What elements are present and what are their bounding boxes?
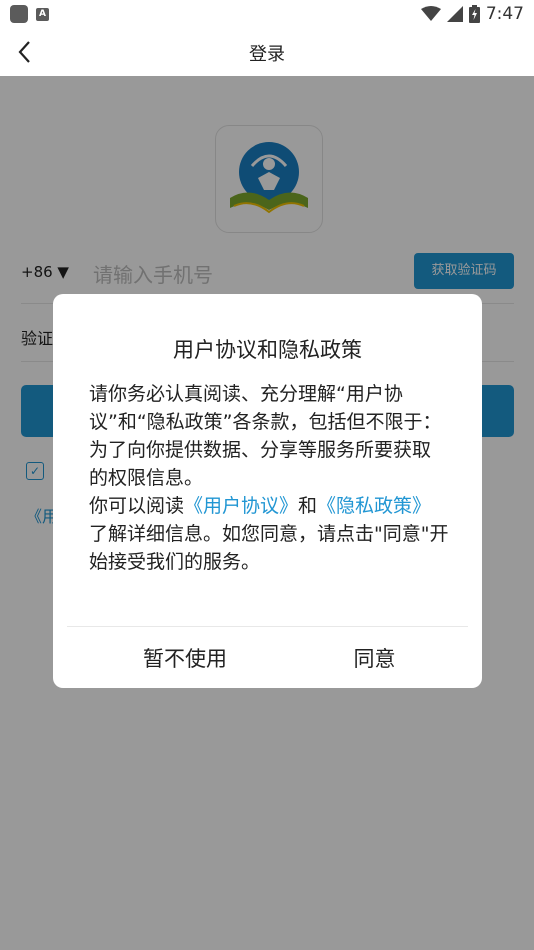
clock: 7:47 xyxy=(485,4,524,24)
keyboard-icon: A xyxy=(36,7,49,21)
privacy-policy-link[interactable]: 《隐私政策》 xyxy=(317,495,431,517)
dialog-text: 和 xyxy=(298,495,318,517)
dialog-text: 了解详细信息。如您同意，请点击"同意"开始接受我们的服务。 xyxy=(89,523,449,573)
dialog-paragraph-1: 请你务必认真阅读、充分理解“用户协议”和“隐私政策”各条款，包括但不限于：为了向… xyxy=(89,383,442,489)
page-title: 登录 xyxy=(249,44,285,65)
privacy-dialog: 用户协议和隐私政策 请你务必认真阅读、充分理解“用户协议”和“隐私政策”各条款，… xyxy=(53,294,482,688)
status-bar: A 7:47 xyxy=(0,0,534,28)
dialog-body: 请你务必认真阅读、充分理解“用户协议”和“隐私政策”各条款，包括但不限于：为了向… xyxy=(89,380,449,576)
dialog-paragraph-2: 你可以阅读《用户协议》和《隐私政策》了解详细信息。如您同意，请点击"同意"开始接… xyxy=(89,492,449,576)
wifi-icon xyxy=(420,6,441,21)
app-header: 登录 xyxy=(0,28,534,76)
status-bar-right: 7:47 xyxy=(420,4,524,24)
signal-icon xyxy=(446,6,463,22)
agree-button[interactable]: 同意 xyxy=(267,634,482,684)
dialog-divider xyxy=(67,626,468,627)
dialog-title: 用户协议和隐私政策 xyxy=(173,338,362,362)
dialog-text: 你可以阅读 xyxy=(89,495,185,517)
status-bar-left: A xyxy=(10,5,49,23)
app-notification-icon xyxy=(10,5,28,23)
battery-charging-icon xyxy=(468,5,480,23)
user-agreement-link[interactable]: 《用户协议》 xyxy=(184,495,298,517)
